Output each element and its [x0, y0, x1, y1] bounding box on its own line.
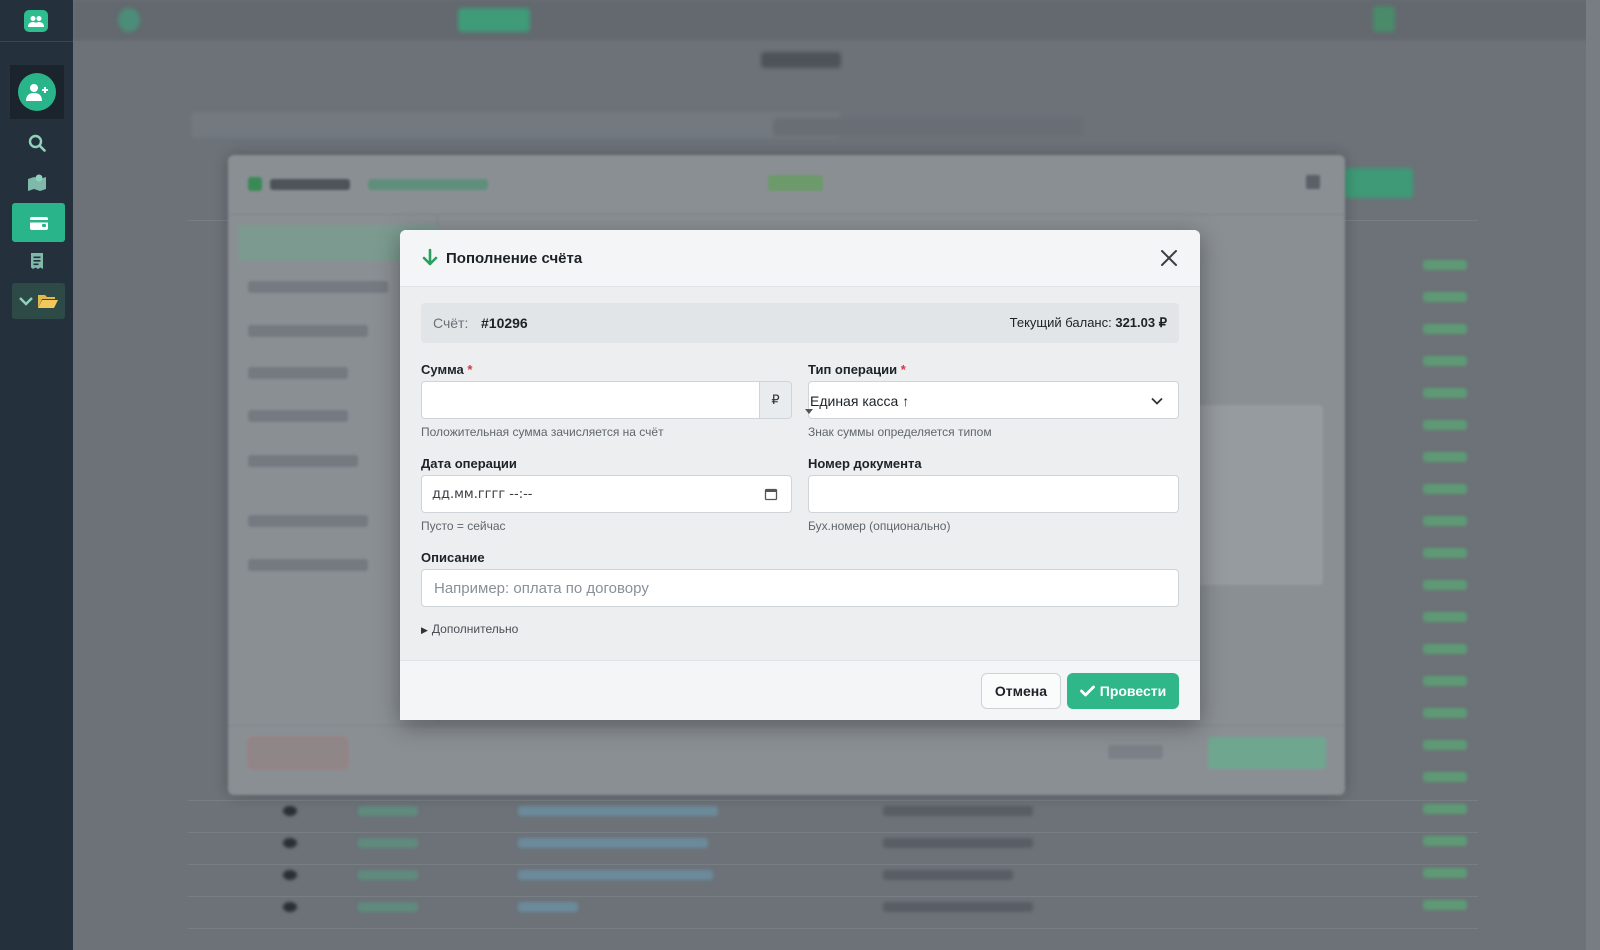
operation-date-input[interactable]: дд.мм.гггг --:-- [421, 475, 792, 513]
extra-toggle-label: Дополнительно [431, 622, 519, 636]
operation-date-hint: Пусто = сейчас [421, 519, 506, 533]
add-subscriber-button[interactable] [10, 65, 64, 119]
operation-type-label: Тип операции * [808, 362, 906, 377]
current-balance: Текущий баланс: 321.03 ₽ [1010, 315, 1167, 331]
cancel-button[interactable]: Отмена [981, 673, 1061, 709]
account-number: #10296 [481, 315, 528, 331]
balance-label: Текущий баланс: [1009, 315, 1112, 330]
dialog-footer: Отмена Провести [400, 660, 1200, 720]
wallet-icon[interactable] [12, 203, 65, 242]
operation-date-value: дд.мм.гггг --:-- [432, 487, 533, 502]
operation-type-value: Единая касса ↑ [810, 393, 910, 409]
operation-type-select[interactable]: Единая касса ↑ [808, 381, 1179, 419]
account-summary: Счёт: #10296 Текущий баланс: 321.03 ₽ [421, 303, 1179, 343]
folder-toggle[interactable] [12, 283, 65, 319]
user-plus-icon [18, 73, 56, 111]
check-icon [1079, 685, 1095, 697]
dialog-header: Пополнение счёта [400, 230, 1200, 287]
document-number-hint: Бух.номер (опционально) [808, 519, 951, 533]
submit-button[interactable]: Провести [1067, 673, 1179, 709]
document-number-input[interactable] [808, 475, 1179, 513]
sum-label: Сумма * [421, 362, 473, 377]
operation-type-hint: Знак суммы определяется типом [808, 425, 992, 439]
account-label: Счёт: [433, 315, 469, 331]
chevron-down-icon [18, 297, 33, 306]
triangle-right-icon: ▶ [421, 625, 428, 635]
background-scrollbar[interactable] [1586, 0, 1600, 950]
sidebar [0, 0, 73, 950]
sum-input[interactable] [421, 381, 760, 419]
receipt-icon[interactable] [24, 248, 50, 274]
currency-addon: ₽ [759, 381, 792, 419]
submit-label: Провести [1099, 683, 1167, 699]
mouse-cursor-icon [805, 409, 813, 414]
folder-open-icon [37, 295, 58, 308]
required-mark: * [467, 362, 473, 377]
description-label: Описание [421, 550, 485, 565]
required-mark: * [900, 362, 906, 377]
operation-date-label: Дата операции [421, 456, 517, 471]
map-icon[interactable] [24, 169, 50, 195]
document-number-label: Номер документа [808, 456, 922, 471]
calendar-icon[interactable] [764, 487, 778, 501]
description-input[interactable] [421, 569, 1179, 607]
close-icon[interactable] [1158, 247, 1180, 269]
background-topbar [73, 0, 1600, 40]
app-logo-icon[interactable] [24, 10, 48, 32]
dialog-title: Пополнение счёта [446, 250, 583, 267]
extra-toggle[interactable]: ▶ Дополнительно [421, 622, 518, 636]
arrow-down-icon [422, 248, 438, 266]
balance-value: 321.03 ₽ [1115, 315, 1167, 330]
search-icon[interactable] [24, 130, 50, 156]
chevron-down-icon [1151, 397, 1163, 405]
sidebar-divider [0, 41, 73, 42]
sum-hint: Положительная сумма зачисляется на счёт [421, 425, 664, 439]
